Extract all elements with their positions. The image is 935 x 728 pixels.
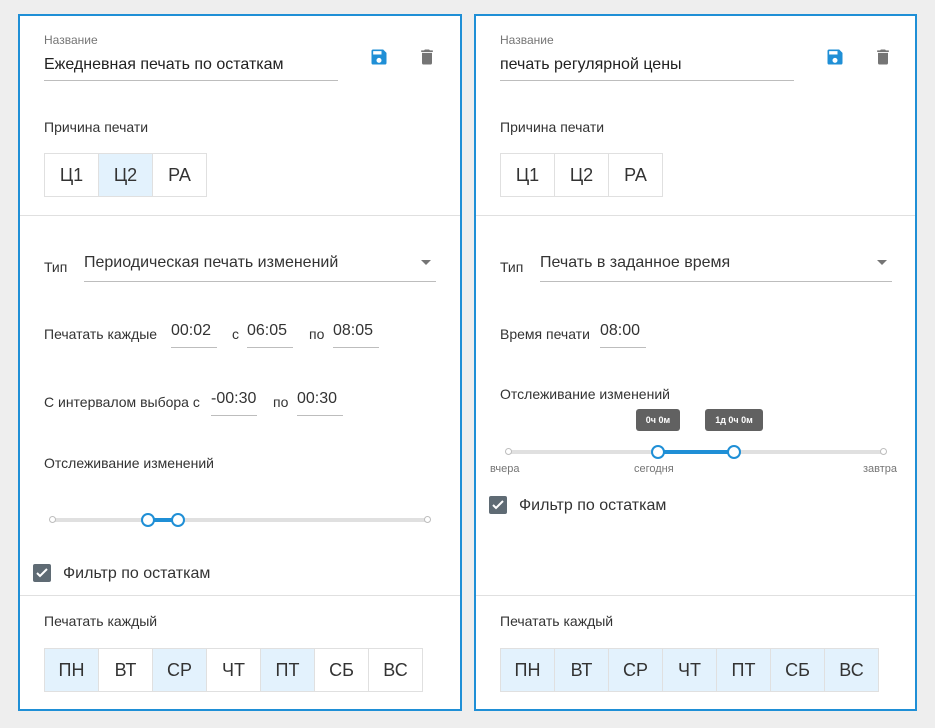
type-select-value: Периодическая печать изменений xyxy=(84,254,339,271)
reason-pa-button[interactable]: РА xyxy=(152,153,207,197)
slider-tooltip-low: 0ч 0м xyxy=(636,409,680,431)
slider-start-point xyxy=(505,448,512,455)
save-icon[interactable] xyxy=(825,47,845,72)
name-label: Название xyxy=(500,33,554,47)
slider-range-fill xyxy=(658,450,734,454)
slider-high-handle[interactable] xyxy=(726,445,741,459)
tick-today: сегодня xyxy=(634,463,674,475)
delete-icon[interactable] xyxy=(417,47,437,72)
day-button-1[interactable]: ВТ xyxy=(98,648,153,692)
tracking-label: Отслеживание изменений xyxy=(500,386,670,402)
filter-label: Фильтр по остаткам xyxy=(519,497,667,514)
days-label: Печатать каждый xyxy=(500,613,614,629)
tracking-slider[interactable] xyxy=(505,442,887,462)
name-input[interactable]: печать регулярной цены xyxy=(500,56,794,81)
days-selector: ПН ВТ СР ЧТ ПТ СБ ВС xyxy=(44,648,423,692)
print-every-input[interactable]: 00:02 xyxy=(171,322,217,348)
print-time-input[interactable]: 08:00 xyxy=(600,322,646,348)
dropdown-caret-icon xyxy=(421,260,431,265)
reason-selector: Ц1 Ц2 РА xyxy=(500,153,663,197)
day-button-2[interactable]: СР xyxy=(608,648,663,692)
slider-start-point xyxy=(49,516,56,523)
slider-low-handle[interactable] xyxy=(140,513,155,527)
type-select[interactable]: Периодическая печать изменений xyxy=(84,254,436,282)
filter-checkbox[interactable] xyxy=(489,496,507,514)
reason-selector: Ц1 Ц2 РА xyxy=(44,153,207,197)
to-label: по xyxy=(309,326,325,342)
tick-tomorrow: завтра xyxy=(863,463,898,475)
slider-end-point xyxy=(424,516,431,523)
filter-checkbox[interactable] xyxy=(33,564,51,582)
name-input[interactable]: Ежедневная печать по остаткам xyxy=(44,56,338,81)
dropdown-caret-icon xyxy=(877,260,887,265)
tracking-label: Отслеживание изменений xyxy=(44,455,214,471)
day-button-4[interactable]: ПТ xyxy=(716,648,771,692)
day-button-0[interactable]: ПН xyxy=(44,648,99,692)
type-select-value: Печать в заданное время xyxy=(540,254,731,271)
schedule-card-right: Название печать регулярной цены Причина … xyxy=(474,14,917,711)
divider xyxy=(20,215,460,216)
delete-icon[interactable] xyxy=(873,47,893,72)
interval-label: С интервалом выбора с xyxy=(44,394,200,410)
print-every-label: Печатать каждые xyxy=(44,326,158,342)
day-button-3[interactable]: ЧТ xyxy=(662,648,717,692)
day-button-5[interactable]: СБ xyxy=(314,648,369,692)
interval-to-label: по xyxy=(273,394,289,410)
slider-high-handle[interactable] xyxy=(170,513,185,527)
day-button-0[interactable]: ПН xyxy=(500,648,555,692)
to-time-input[interactable]: 08:05 xyxy=(333,322,379,348)
check-icon xyxy=(492,500,504,510)
divider xyxy=(20,595,460,596)
from-label: с xyxy=(232,326,239,342)
check-icon xyxy=(36,568,48,578)
reason-label: Причина печати xyxy=(44,119,149,135)
type-label: Тип xyxy=(500,259,524,275)
tick-yesterday: вчера xyxy=(490,463,520,475)
day-button-3[interactable]: ЧТ xyxy=(206,648,261,692)
tracking-slider[interactable] xyxy=(49,510,431,530)
from-time-input[interactable]: 06:05 xyxy=(247,322,293,348)
reason-c1-button[interactable]: Ц1 xyxy=(500,153,555,197)
schedule-card-left: Название Ежедневная печать по остаткам П… xyxy=(18,14,462,711)
day-button-5[interactable]: СБ xyxy=(770,648,825,692)
slider-end-point xyxy=(880,448,887,455)
day-button-1[interactable]: ВТ xyxy=(554,648,609,692)
slider-low-handle[interactable] xyxy=(651,445,666,459)
day-button-6[interactable]: ВС xyxy=(368,648,423,692)
reason-c2-button[interactable]: Ц2 xyxy=(98,153,153,197)
reason-c1-button[interactable]: Ц1 xyxy=(44,153,99,197)
interval-to-input[interactable]: 00:30 xyxy=(297,390,343,416)
day-button-6[interactable]: ВС xyxy=(824,648,879,692)
reason-c2-button[interactable]: Ц2 xyxy=(554,153,609,197)
divider xyxy=(476,595,915,596)
filter-label: Фильтр по остаткам xyxy=(63,565,211,582)
type-select[interactable]: Печать в заданное время xyxy=(540,254,892,282)
slider-track xyxy=(52,518,428,522)
reason-pa-button[interactable]: РА xyxy=(608,153,663,197)
type-label: Тип xyxy=(44,259,68,275)
name-label: Название xyxy=(44,33,98,47)
interval-from-input[interactable]: -00:30 xyxy=(211,390,257,416)
day-button-2[interactable]: СР xyxy=(152,648,207,692)
reason-label: Причина печати xyxy=(500,119,605,135)
days-selector: ПН ВТ СР ЧТ ПТ СБ ВС xyxy=(500,648,879,692)
day-button-4[interactable]: ПТ xyxy=(260,648,315,692)
print-time-label: Время печати xyxy=(500,326,590,342)
divider xyxy=(476,215,915,216)
save-icon[interactable] xyxy=(369,47,389,72)
days-label: Печатать каждый xyxy=(44,613,158,629)
slider-tooltip-high: 1д 0ч 0м xyxy=(705,409,763,431)
